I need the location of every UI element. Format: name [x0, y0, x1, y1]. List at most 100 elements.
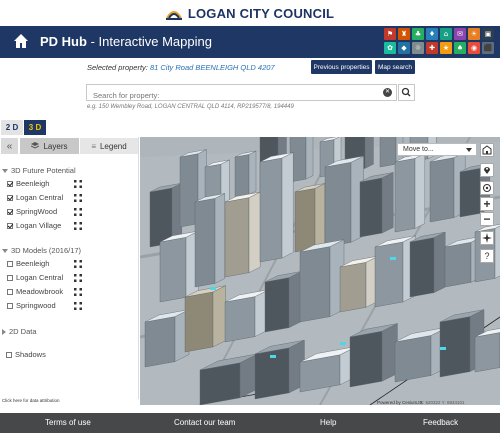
compass-icon: [482, 233, 492, 243]
navigation-button[interactable]: [480, 231, 494, 245]
layer-checkbox[interactable]: [7, 208, 13, 215]
map-pin-icon: [484, 167, 490, 174]
chevron-down-icon: [466, 148, 472, 152]
layer-item[interactable]: Beenleigh: [7, 179, 49, 188]
question-icon: ?: [484, 251, 490, 261]
layer-label: Beenleigh: [16, 259, 50, 268]
help-button[interactable]: ?: [480, 249, 494, 263]
app-tile-icon[interactable]: ✿: [384, 42, 396, 54]
layer-checkbox[interactable]: [7, 194, 13, 201]
selected-property-link[interactable]: 81 City Road BEENLEIGH QLD 4207: [150, 63, 275, 72]
app-tile-icon[interactable]: ♣: [412, 28, 424, 40]
clear-search-icon[interactable]: ✕: [383, 88, 392, 97]
panel-tabs: « Layers ≡ Legend: [0, 137, 139, 155]
powered-by-cesium[interactable]: Powered by CesiumJS: [377, 400, 423, 405]
group-3d-models[interactable]: 3D Models (2016/17): [2, 246, 81, 255]
locate-button[interactable]: [480, 163, 494, 177]
plus-icon: +: [483, 197, 491, 211]
zoom-out-button[interactable]: −: [480, 212, 494, 226]
app-name: PD Hub: [40, 34, 87, 49]
help-link[interactable]: Help: [320, 418, 336, 427]
app-tile-icon[interactable]: ♠: [454, 42, 466, 54]
target-icon: [483, 184, 491, 192]
search-button[interactable]: [398, 84, 415, 101]
group-3d-future-potential[interactable]: 3D Future Potential: [2, 166, 76, 175]
layer-label: Logan Central: [16, 193, 64, 202]
layer-item[interactable]: Springwood: [7, 301, 56, 310]
layers-panel: « Layers ≡ Legend 3D Future Potential Be…: [0, 137, 139, 399]
app-tile-icon[interactable]: ⚑: [384, 28, 396, 40]
app-launcher-grid: ⚑ ♜ ♣ ♦ ⌂ ✉ ☀ ▣ ✿ ◆ ☼ ✚ ★ ♠ ◉ ⬛: [384, 28, 496, 56]
building-icon: [482, 145, 492, 155]
data-attribution-link[interactable]: Click here for data attribution: [2, 398, 60, 403]
app-tile-icon[interactable]: ⌂: [440, 28, 452, 40]
app-title: PD Hub - Interactive Mapping: [40, 34, 212, 49]
selected-property-label: Selected property:: [87, 63, 148, 72]
app-tile-icon[interactable]: ☀: [468, 28, 480, 40]
layer-checkbox[interactable]: [7, 302, 13, 309]
map-home-button[interactable]: [480, 143, 494, 157]
contact-link[interactable]: Contact our team: [174, 418, 235, 427]
caret-down-icon: [2, 168, 8, 173]
council-logo[interactable]: LOGAN CITY COUNCIL: [0, 0, 500, 26]
layer-item[interactable]: Logan Central: [7, 273, 63, 282]
target-button[interactable]: [480, 181, 494, 195]
layer-label: SpringWood: [16, 207, 58, 216]
map-coordinates: X: 520322 Y: 6934101: [420, 400, 465, 405]
city-3d-scene: [140, 137, 500, 405]
tab-layers[interactable]: Layers: [20, 138, 79, 154]
app-tile-icon[interactable]: ☼: [412, 42, 424, 54]
move-to-select[interactable]: Move to...: [397, 143, 477, 156]
layer-item[interactable]: Meadowbrook: [7, 287, 63, 296]
layer-label: Springwood: [16, 301, 56, 310]
app-tile-icon[interactable]: ⬛: [482, 42, 494, 54]
minus-icon: −: [483, 212, 491, 226]
layer-item[interactable]: Logan Central: [7, 193, 63, 202]
zoom-to-layer-icon[interactable]: [74, 222, 82, 230]
terms-link[interactable]: Terms of use: [45, 418, 91, 427]
layer-item[interactable]: Beenleigh: [7, 259, 49, 268]
app-tile-icon[interactable]: ◉: [468, 42, 480, 54]
property-search: ✕: [86, 84, 397, 103]
tab-legend[interactable]: ≡ Legend: [80, 138, 138, 154]
layer-item[interactable]: Logan Village: [7, 221, 61, 230]
app-tile-icon[interactable]: ✉: [454, 28, 466, 40]
app-tile-icon[interactable]: ◆: [398, 42, 410, 54]
property-search-input[interactable]: [87, 88, 367, 103]
zoom-to-layer-icon[interactable]: [74, 260, 82, 268]
shadows-toggle[interactable]: Shadows: [6, 350, 46, 359]
view-3d-button[interactable]: 3 D: [24, 120, 46, 135]
zoom-to-layer-icon[interactable]: [74, 208, 82, 216]
layer-checkbox[interactable]: [7, 222, 13, 229]
app-tile-icon[interactable]: ♦: [426, 28, 438, 40]
map-3d-viewport[interactable]: [140, 137, 500, 405]
app-tile-icon[interactable]: ✚: [426, 42, 438, 54]
app-tile-icon[interactable]: ★: [440, 42, 452, 54]
zoom-to-layer-icon[interactable]: [74, 194, 82, 202]
council-emblem-icon: [165, 6, 182, 20]
group-3d-models-label: 3D Models (2016/17): [11, 246, 82, 255]
zoom-to-layer-icon[interactable]: [74, 288, 82, 296]
view-2d-button[interactable]: 2 D: [1, 120, 23, 135]
zoom-to-layer-icon[interactable]: [74, 302, 82, 310]
layer-checkbox[interactable]: [7, 180, 13, 187]
map-search-button[interactable]: Map search: [375, 60, 415, 74]
tab-legend-label: Legend: [99, 141, 127, 151]
layer-item[interactable]: SpringWood: [7, 207, 57, 216]
collapse-panel-button[interactable]: «: [1, 138, 18, 154]
feedback-link[interactable]: Feedback: [423, 418, 458, 427]
layers-icon: [31, 142, 40, 149]
selected-property: Selected property: 81 City Road BEENLEIG…: [87, 63, 275, 72]
layer-checkbox[interactable]: [7, 274, 13, 281]
zoom-in-button[interactable]: +: [480, 197, 494, 211]
group-2d-data[interactable]: 2D Data: [2, 327, 37, 336]
home-icon[interactable]: [13, 33, 29, 49]
previous-properties-button[interactable]: Previous properties: [311, 60, 372, 74]
layer-checkbox[interactable]: [7, 288, 13, 295]
layer-checkbox[interactable]: [7, 260, 13, 267]
app-tile-icon[interactable]: ♜: [398, 28, 410, 40]
zoom-to-layer-icon[interactable]: [74, 274, 82, 282]
app-tile-icon[interactable]: ▣: [482, 28, 494, 40]
zoom-to-layer-icon[interactable]: [74, 180, 82, 188]
shadows-checkbox[interactable]: [6, 351, 12, 358]
